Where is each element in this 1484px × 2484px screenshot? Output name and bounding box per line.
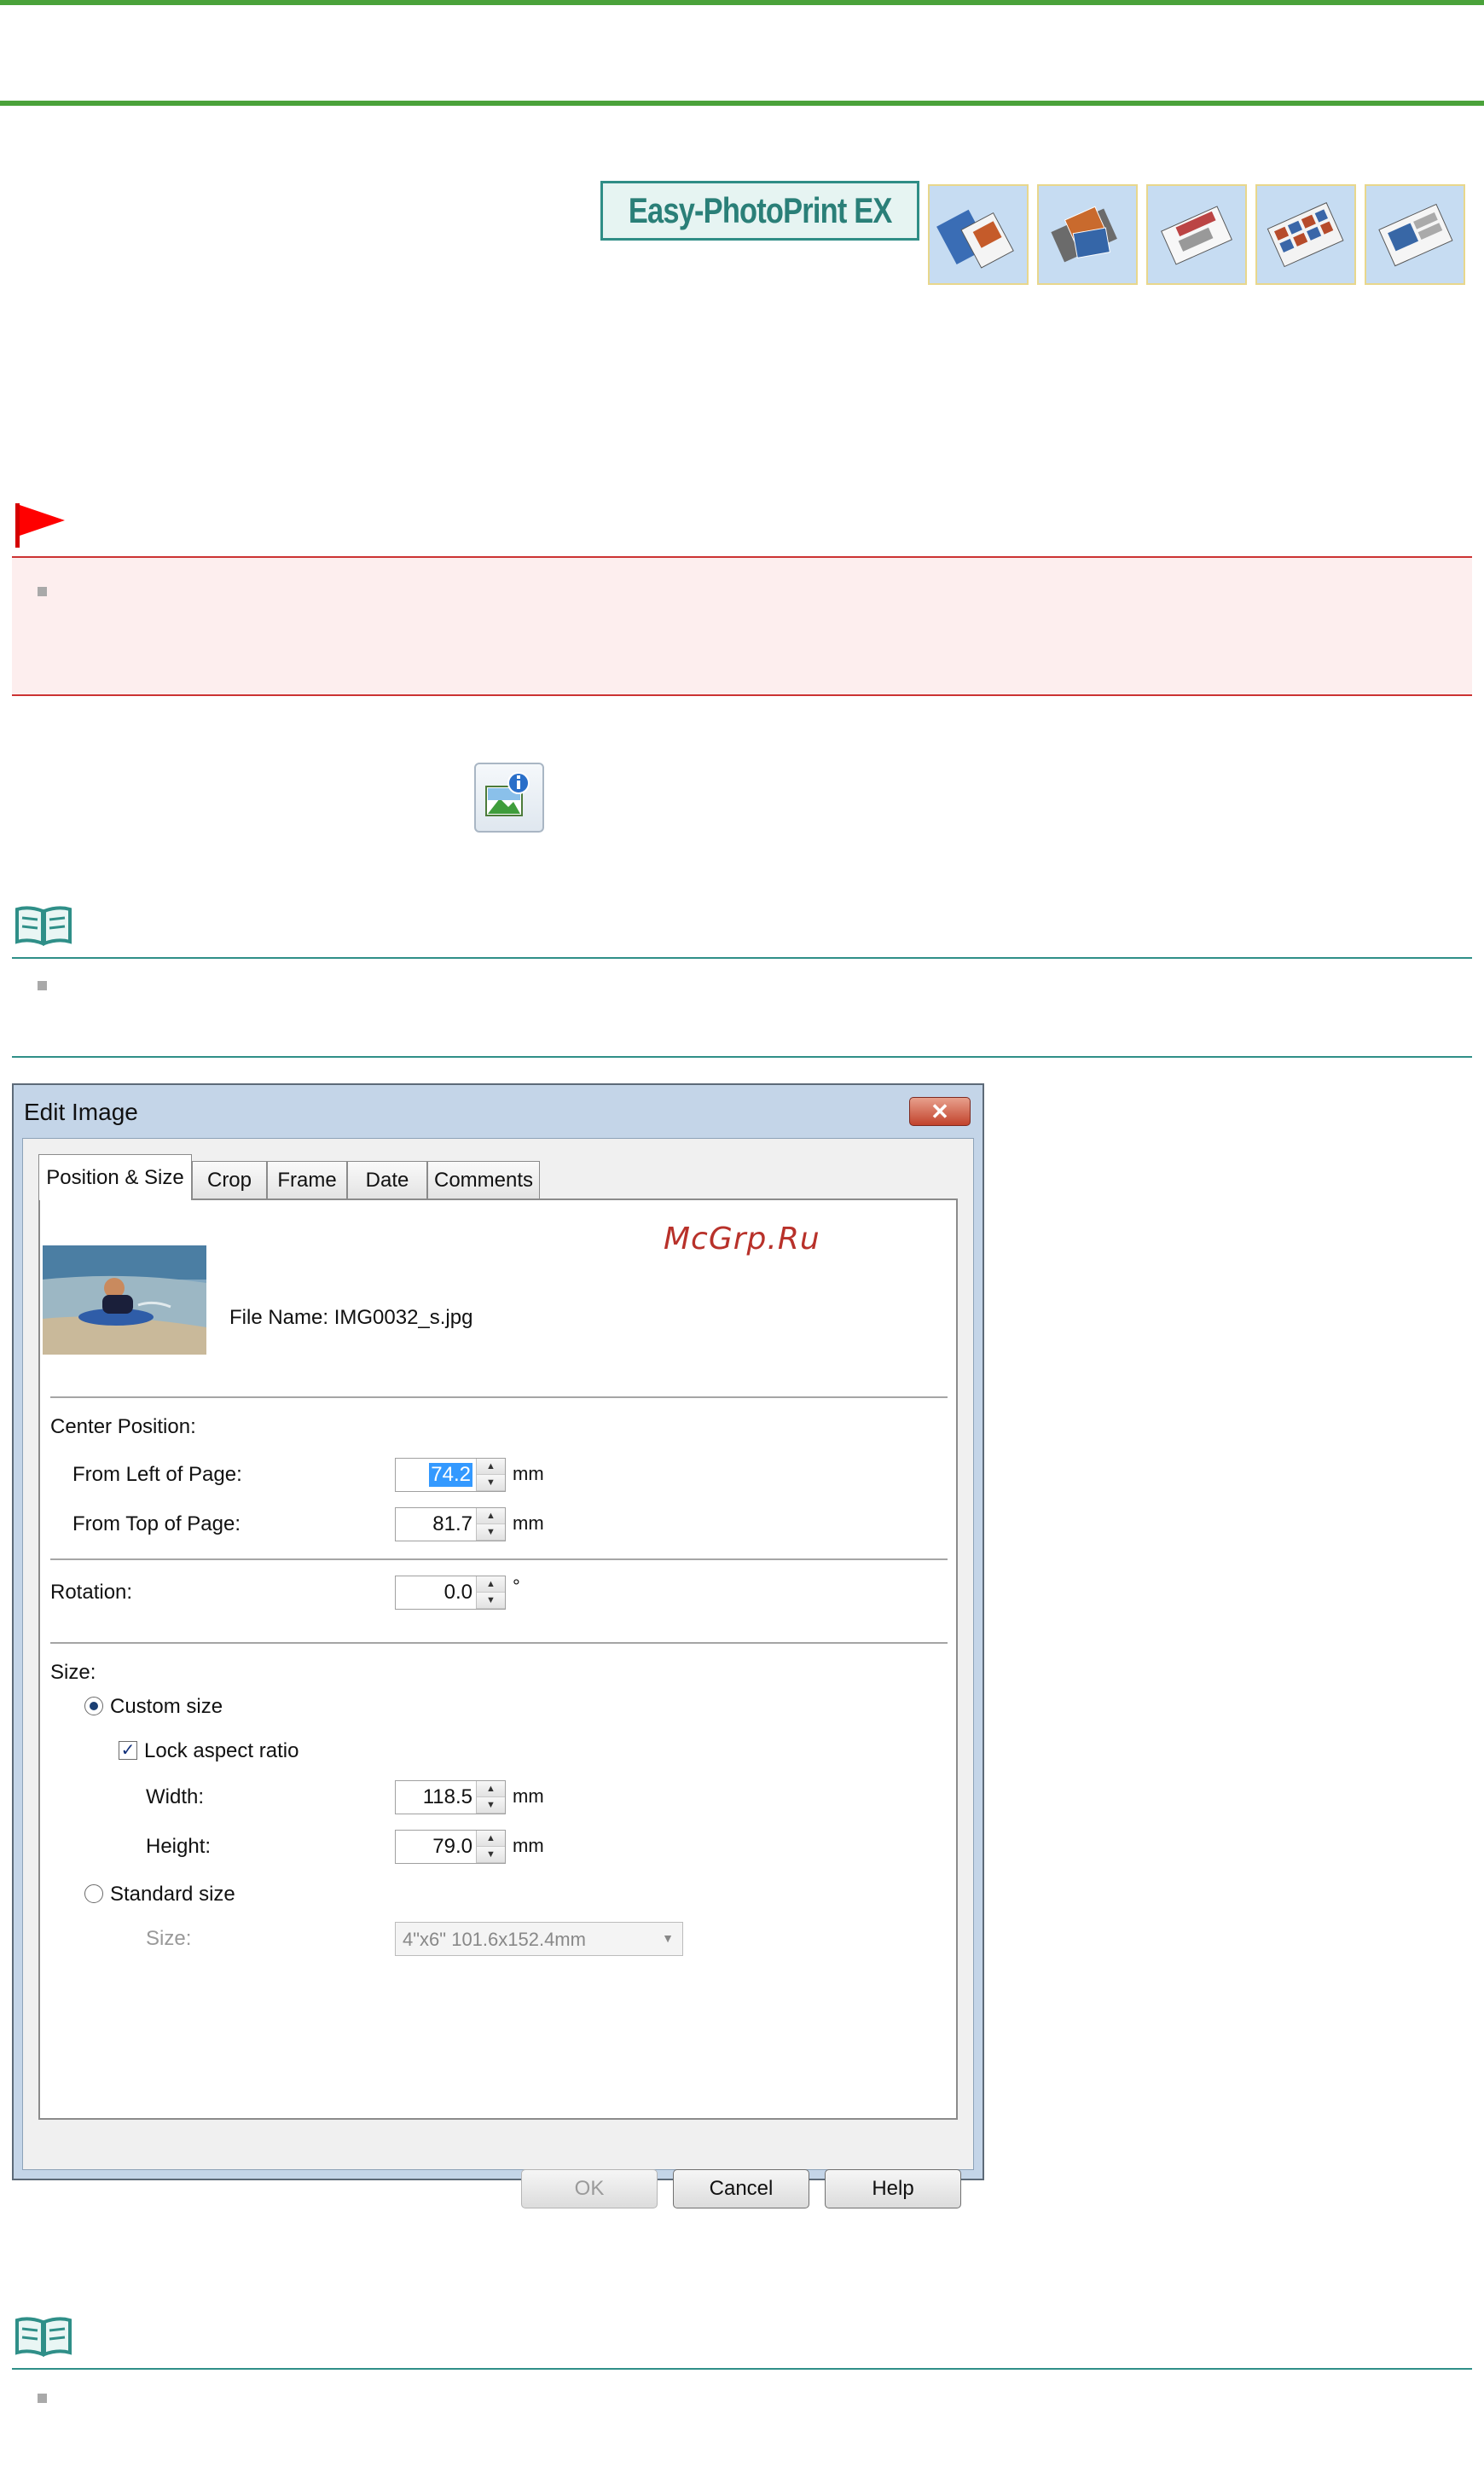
image-thumbnail bbox=[43, 1245, 206, 1355]
spin-up-icon[interactable]: ▲ bbox=[477, 1508, 505, 1524]
width-spinbox[interactable]: 118.5 ▲ ▼ bbox=[395, 1780, 506, 1814]
spin-up-icon[interactable]: ▲ bbox=[477, 1459, 505, 1475]
standard-size-value: 4"x6" 101.6x152.4mm bbox=[403, 1929, 586, 1950]
custom-size-radio[interactable] bbox=[84, 1697, 103, 1715]
tab-date[interactable]: Date bbox=[347, 1161, 427, 1198]
easy-photoprint-logo: Easy-PhotoPrint EX bbox=[600, 181, 919, 241]
caution-box bbox=[12, 556, 1472, 696]
rotation-value[interactable]: 0.0 bbox=[444, 1581, 472, 1605]
note-bullet bbox=[38, 981, 47, 990]
spin-up-icon[interactable]: ▲ bbox=[477, 1576, 505, 1593]
separator bbox=[50, 1642, 948, 1644]
spin-down-icon[interactable]: ▼ bbox=[477, 1593, 505, 1609]
tab-comments[interactable]: Comments bbox=[427, 1161, 540, 1198]
height-label: Height: bbox=[146, 1835, 212, 1858]
tab-position-size[interactable]: Position & Size bbox=[38, 1154, 192, 1200]
note-bullet-2 bbox=[38, 2394, 47, 2403]
photo-print-icon[interactable] bbox=[1037, 184, 1138, 285]
standard-size-field-label: Size: bbox=[146, 1927, 192, 1950]
spin-up-icon[interactable]: ▲ bbox=[477, 1781, 505, 1797]
width-unit: mm bbox=[513, 1785, 544, 1807]
watermark-text: McGrp.Ru bbox=[664, 1222, 820, 1257]
spin-arrows[interactable]: ▲ ▼ bbox=[476, 1831, 505, 1863]
lock-aspect-label[interactable]: Lock aspect ratio bbox=[144, 1739, 299, 1763]
note-rule-top-2 bbox=[12, 2368, 1472, 2370]
spin-down-icon[interactable]: ▼ bbox=[477, 1797, 505, 1814]
caution-bullet bbox=[38, 587, 47, 596]
note-book-icon bbox=[14, 904, 73, 951]
top-rule bbox=[0, 0, 1484, 5]
spin-arrows[interactable]: ▲ ▼ bbox=[476, 1459, 505, 1491]
height-unit: mm bbox=[513, 1835, 544, 1856]
note-book-icon bbox=[14, 2315, 73, 2362]
calendar-icon[interactable] bbox=[1146, 184, 1247, 285]
help-button[interactable]: Help bbox=[825, 2169, 961, 2208]
header-rule bbox=[0, 101, 1484, 106]
separator bbox=[50, 1396, 948, 1398]
ok-button[interactable]: OK bbox=[521, 2169, 658, 2208]
image-info-button[interactable] bbox=[474, 763, 544, 833]
size-heading: Size: bbox=[50, 1661, 96, 1684]
album-icon[interactable] bbox=[928, 184, 1029, 285]
center-position-heading: Center Position: bbox=[50, 1415, 196, 1438]
standard-size-radio[interactable] bbox=[84, 1884, 103, 1903]
spin-down-icon[interactable]: ▼ bbox=[477, 1524, 505, 1541]
from-top-label: From Top of Page: bbox=[72, 1512, 241, 1535]
spin-down-icon[interactable]: ▼ bbox=[477, 1847, 505, 1863]
file-name-label: File Name: IMG0032_s.jpg bbox=[229, 1306, 473, 1329]
height-value[interactable]: 79.0 bbox=[432, 1835, 472, 1859]
spin-arrows[interactable]: ▲ ▼ bbox=[476, 1576, 505, 1609]
from-left-value[interactable]: 74.2 bbox=[429, 1463, 472, 1487]
rotation-unit: ° bbox=[513, 1576, 520, 1597]
from-left-label: From Left of Page: bbox=[72, 1463, 242, 1486]
custom-size-label[interactable]: Custom size bbox=[110, 1695, 223, 1719]
lock-aspect-checkbox[interactable]: ✓ bbox=[119, 1741, 137, 1760]
chevron-down-icon[interactable]: ▼ bbox=[662, 1931, 674, 1945]
width-label: Width: bbox=[146, 1785, 205, 1808]
from-top-value[interactable]: 81.7 bbox=[432, 1512, 472, 1536]
spin-up-icon[interactable]: ▲ bbox=[477, 1831, 505, 1847]
cancel-button[interactable]: Cancel bbox=[673, 2169, 809, 2208]
note-rule-bottom bbox=[12, 1056, 1472, 1058]
from-left-spinbox[interactable]: 74.2 ▲ ▼ bbox=[395, 1458, 506, 1492]
tab-crop[interactable]: Crop bbox=[192, 1161, 267, 1198]
tab-frame[interactable]: Frame bbox=[267, 1161, 347, 1198]
from-top-unit: mm bbox=[513, 1512, 544, 1534]
rotation-spinbox[interactable]: 0.0 ▲ ▼ bbox=[395, 1576, 506, 1610]
separator bbox=[50, 1558, 948, 1560]
standard-size-label[interactable]: Standard size bbox=[110, 1883, 235, 1907]
note-rule-top bbox=[12, 957, 1472, 959]
stickers-icon[interactable] bbox=[1255, 184, 1356, 285]
spin-arrows[interactable]: ▲ ▼ bbox=[476, 1508, 505, 1541]
spin-arrows[interactable]: ▲ ▼ bbox=[476, 1781, 505, 1814]
rotation-label: Rotation: bbox=[50, 1581, 133, 1604]
caution-flag-icon bbox=[14, 502, 68, 554]
standard-size-select[interactable]: 4"x6" 101.6x152.4mm ▼ bbox=[395, 1922, 683, 1956]
from-top-spinbox[interactable]: 81.7 ▲ ▼ bbox=[395, 1507, 506, 1541]
height-spinbox[interactable]: 79.0 ▲ ▼ bbox=[395, 1830, 506, 1864]
from-left-unit: mm bbox=[513, 1463, 544, 1484]
layout-print-icon[interactable] bbox=[1365, 184, 1465, 285]
dialog-title: Edit Image bbox=[24, 1099, 138, 1125]
spin-down-icon[interactable]: ▼ bbox=[477, 1475, 505, 1491]
width-value[interactable]: 118.5 bbox=[423, 1785, 472, 1809]
close-button[interactable]: ✕ bbox=[909, 1097, 971, 1126]
